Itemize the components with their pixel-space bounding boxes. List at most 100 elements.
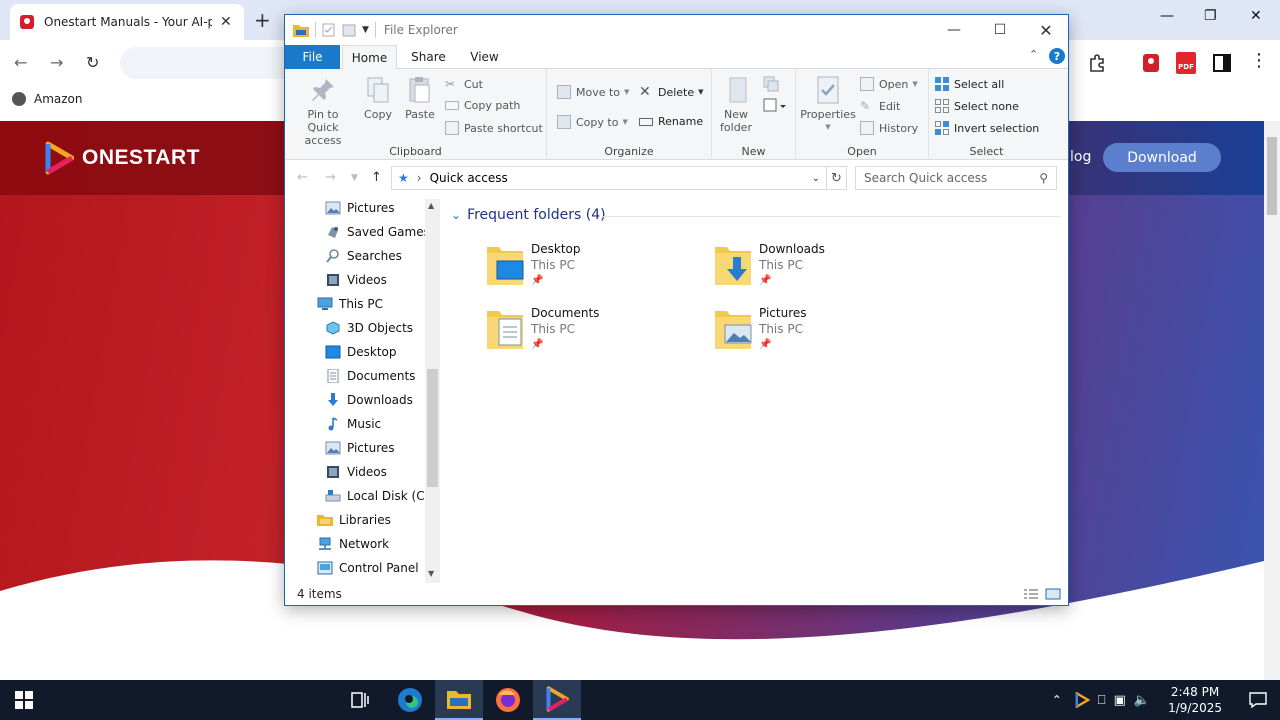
new-tab-button[interactable]: + — [254, 8, 271, 32]
nav-item-libraries[interactable]: Libraries — [317, 513, 391, 527]
refresh-button[interactable]: ↻ — [827, 166, 847, 190]
nav-item-control-panel[interactable]: Control Panel — [317, 561, 419, 575]
back-arrow-icon[interactable]: ← — [14, 53, 27, 72]
nav-item-desktop[interactable]: Desktop — [325, 345, 397, 359]
cut-button[interactable]: ✂ Cut — [445, 77, 483, 91]
nav-pane-scrollbar-thumb[interactable] — [427, 369, 438, 487]
nav-item-pictures-pc[interactable]: Pictures — [325, 441, 395, 455]
task-view-button[interactable] — [336, 680, 384, 720]
action-center-button[interactable] — [1236, 680, 1280, 720]
folder-tile-pictures[interactable]: Pictures This PC 📌 — [713, 305, 807, 353]
browser-tab-onestart[interactable]: Onestart Manuals - Your AI-pow ✕ — [10, 4, 244, 40]
browser-close-icon[interactable]: ✕ — [1250, 8, 1262, 24]
network-tray-icon[interactable]: ▣ — [1114, 693, 1126, 708]
folder-tile-desktop[interactable]: Desktop This PC 📌 — [485, 241, 581, 289]
page-scrollbar-thumb[interactable] — [1267, 137, 1277, 215]
move-to-button[interactable]: Move to ▼ — [557, 85, 629, 99]
forward-arrow-icon[interactable]: → — [50, 53, 63, 72]
explorer-minimize-icon[interactable]: — — [931, 15, 977, 45]
volume-icon[interactable]: 🔈 — [1134, 693, 1150, 708]
tray-overflow-icon[interactable]: ⌃ — [1052, 693, 1062, 707]
properties-button[interactable]: Properties ▼ — [800, 75, 856, 134]
nav-item-videos-pc[interactable]: Videos — [325, 465, 387, 479]
qat-dropdown-icon[interactable]: ▼ — [362, 25, 369, 35]
paste-button[interactable]: Paste — [401, 75, 439, 121]
delete-button[interactable]: ✕ Delete ▼ — [639, 85, 704, 99]
start-button[interactable] — [0, 680, 48, 720]
invert-selection-button[interactable]: Invert selection — [935, 121, 1039, 135]
browser-menu-icon[interactable]: ⋮ — [1250, 50, 1268, 71]
help-icon[interactable]: ? — [1049, 48, 1065, 64]
nav-item-music[interactable]: Music — [325, 417, 381, 431]
frequent-folders-header[interactable]: ⌄ Frequent folders (4) — [451, 207, 606, 223]
folder-tile-downloads[interactable]: Downloads This PC 📌 — [713, 241, 825, 289]
taskbar-file-explorer[interactable] — [435, 680, 483, 720]
nav-item-downloads[interactable]: Downloads — [325, 393, 413, 407]
bookmark-amazon[interactable]: Amazon — [12, 92, 83, 106]
nav-item-local-disk[interactable]: Local Disk (C:) — [325, 489, 433, 503]
back-button-icon[interactable]: ← — [297, 170, 308, 185]
nav-item-network[interactable]: Network — [317, 537, 389, 551]
open-button[interactable]: Open ▼ — [860, 77, 918, 91]
address-bar[interactable]: ★ › Quick access ⌄ — [391, 166, 827, 190]
tab-close-icon[interactable]: ✕ — [220, 14, 232, 30]
search-input[interactable]: Search Quick access ⚲ — [855, 166, 1057, 190]
nav-item-3d-objects[interactable]: 3D Objects — [325, 321, 413, 335]
taskbar-onestart[interactable] — [533, 680, 581, 720]
paste-shortcut-button[interactable]: Paste shortcut — [445, 121, 543, 135]
tab-home[interactable]: Home — [342, 45, 397, 70]
taskbar-firefox[interactable] — [484, 680, 532, 720]
rename-button[interactable]: Rename — [639, 115, 703, 128]
browser-minimize-icon[interactable]: — — [1160, 8, 1174, 24]
copy-to-button[interactable]: Copy to ▼ — [557, 115, 628, 129]
select-all-button[interactable]: Select all — [935, 77, 1004, 91]
select-none-button[interactable]: Select none — [935, 99, 1019, 113]
onestart-extension-icon[interactable] — [1140, 52, 1162, 74]
nav-item-saved-games[interactable]: Saved Games — [325, 225, 430, 239]
details-view-icon[interactable] — [1023, 588, 1039, 600]
folder-tile-documents[interactable]: Documents This PC 📌 — [485, 305, 599, 353]
nav-pane-scrollbar[interactable]: ▲ ▼ — [425, 199, 440, 583]
usb-icon[interactable]: ⎕ — [1098, 693, 1106, 708]
onestart-logo[interactable]: ONESTART — [44, 141, 200, 175]
scroll-down-icon[interactable]: ▼ — [428, 569, 434, 578]
recent-locations-icon[interactable]: ▼ — [351, 173, 358, 183]
new-folder-qat-icon[interactable] — [342, 23, 356, 37]
explorer-maximize-icon[interactable]: ☐ — [977, 15, 1023, 45]
page-scrollbar[interactable] — [1264, 121, 1280, 680]
nav-item-videos[interactable]: Videos — [325, 273, 387, 287]
new-item-icon[interactable] — [762, 75, 786, 115]
new-folder-button[interactable]: New folder — [718, 75, 754, 134]
nav-item-searches[interactable]: Searches — [325, 249, 402, 263]
history-button[interactable]: History — [860, 121, 918, 135]
tab-view[interactable]: View — [457, 45, 512, 69]
reload-icon[interactable]: ↻ — [86, 53, 99, 72]
copy-button[interactable]: Copy — [359, 75, 397, 121]
explorer-title-bar[interactable]: ▼ File Explorer — ☐ ✕ — [285, 15, 1068, 45]
onestart-tray-icon[interactable] — [1074, 692, 1090, 708]
nav-blog-link[interactable]: log — [1070, 149, 1091, 165]
nav-item-this-pc[interactable]: This PC — [317, 297, 383, 311]
clock[interactable]: 2:48 PM 1/9/2025 — [1168, 684, 1222, 716]
breadcrumb-quick-access[interactable]: Quick access — [430, 171, 508, 185]
scroll-up-icon[interactable]: ▲ — [428, 201, 434, 210]
forward-button-icon[interactable]: → — [325, 170, 336, 185]
up-arrow-icon[interactable]: ↑ — [371, 170, 382, 185]
download-button[interactable]: Download — [1103, 143, 1221, 172]
tab-share[interactable]: Share — [401, 45, 456, 69]
pin-to-quick-access-button[interactable]: Pin to Quick access — [291, 75, 355, 147]
large-icons-view-icon[interactable] — [1045, 588, 1061, 600]
side-panel-icon[interactable] — [1211, 52, 1233, 74]
nav-item-documents[interactable]: Documents — [325, 369, 415, 383]
address-dropdown-icon[interactable]: ⌄ — [812, 173, 820, 184]
copy-path-button[interactable]: Copy path — [445, 99, 520, 112]
tab-file[interactable]: File — [285, 45, 340, 69]
omnibox[interactable] — [120, 47, 300, 79]
extensions-icon[interactable] — [1086, 52, 1108, 74]
taskbar-edge[interactable] — [386, 680, 434, 720]
edit-button[interactable]: ✎ Edit — [860, 99, 900, 113]
explorer-close-icon[interactable]: ✕ — [1023, 15, 1069, 45]
collapse-ribbon-icon[interactable]: ⌃ — [1029, 48, 1038, 61]
properties-qat-icon[interactable] — [322, 23, 336, 37]
nav-item-pictures[interactable]: Pictures — [325, 201, 395, 215]
